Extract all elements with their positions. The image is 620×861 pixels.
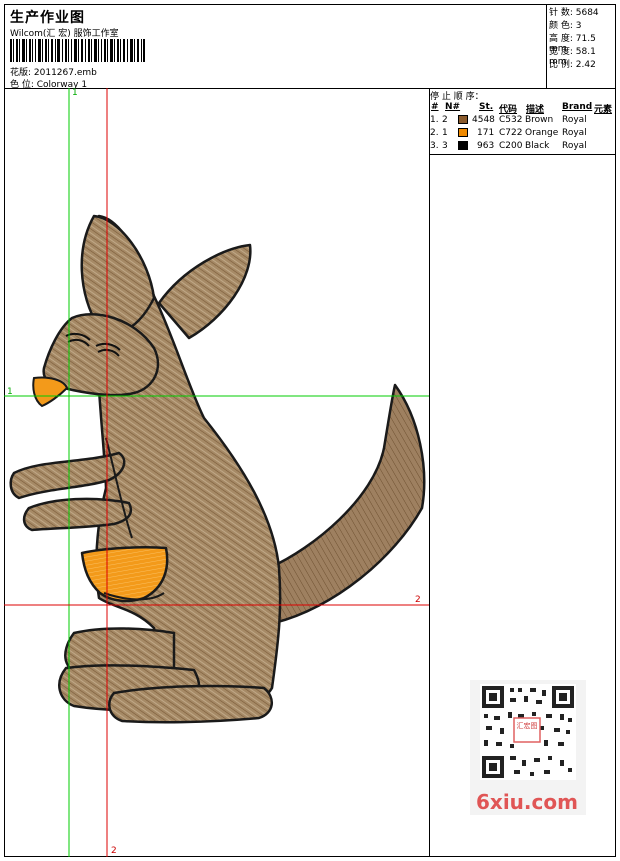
row-index: 1.	[430, 115, 439, 125]
col-code: 代码	[499, 105, 518, 115]
col-element: 元素	[594, 105, 613, 115]
page-title: 生产作业图	[10, 10, 85, 26]
design-canvas: 1 2 1 2	[4, 88, 430, 857]
row-stitches: 171	[477, 128, 495, 138]
row-needle: 1	[442, 128, 448, 138]
qr-code-icon	[480, 684, 576, 780]
guide-label-h1: 1	[7, 387, 13, 397]
col-stitches: St.	[479, 102, 494, 112]
stop-sequence-title: 停 止 顺 序：	[430, 92, 484, 102]
qr-watermark: 汇宏图 6xiu.com	[470, 680, 586, 815]
col-needle: N#	[445, 102, 461, 112]
row-code: C722	[499, 128, 523, 138]
row-description: Black	[525, 141, 550, 151]
stitch-count: 针 数: 5684	[549, 8, 599, 18]
row-brand: Royal	[562, 115, 587, 125]
row-index: 2.	[430, 128, 439, 138]
color-swatch-brown	[458, 115, 468, 124]
row-code: C532	[499, 115, 523, 125]
color-count: 颜 色: 3	[549, 21, 582, 31]
panel-divider	[430, 154, 616, 155]
row-index: 3.	[430, 141, 439, 151]
color-swatch-black	[458, 141, 468, 150]
kangaroo-embroidery	[4, 88, 429, 857]
row-brand: Royal	[562, 128, 587, 138]
col-brand: Brand	[562, 102, 593, 112]
row-needle: 3	[442, 141, 448, 151]
header-panel: 生产作业图 Wilcom(汇 宏) 服饰工作室 花版: 2011267.emb …	[4, 4, 547, 90]
row-needle: 2	[442, 115, 448, 125]
color-swatch-orange	[458, 128, 468, 137]
guide-label-v2: 2	[111, 846, 117, 856]
stamp-logo: 汇宏图	[516, 722, 538, 730]
row-stitches: 4548	[472, 115, 495, 125]
watermark-site: 6xiu.com	[476, 790, 578, 814]
guide-label-h2: 2	[415, 595, 421, 605]
row-stitches: 963	[477, 141, 495, 151]
barcode-icon	[10, 39, 145, 62]
guide-label-v1: 1	[72, 88, 78, 98]
row-brand: Royal	[562, 141, 587, 151]
col-description: 描述	[526, 105, 545, 115]
col-index: #	[431, 102, 439, 112]
company-name: Wilcom(汇 宏) 服饰工作室	[10, 29, 119, 39]
design-scale: 比 例: 2.42	[549, 60, 596, 70]
row-description: Brown	[525, 115, 554, 125]
row-description: Orange	[525, 128, 559, 138]
row-code: C200	[499, 141, 523, 151]
stats-panel: 针 数: 5684 颜 色: 3 高 度: 71.5 mm 宽 度: 58.1 …	[546, 4, 616, 89]
